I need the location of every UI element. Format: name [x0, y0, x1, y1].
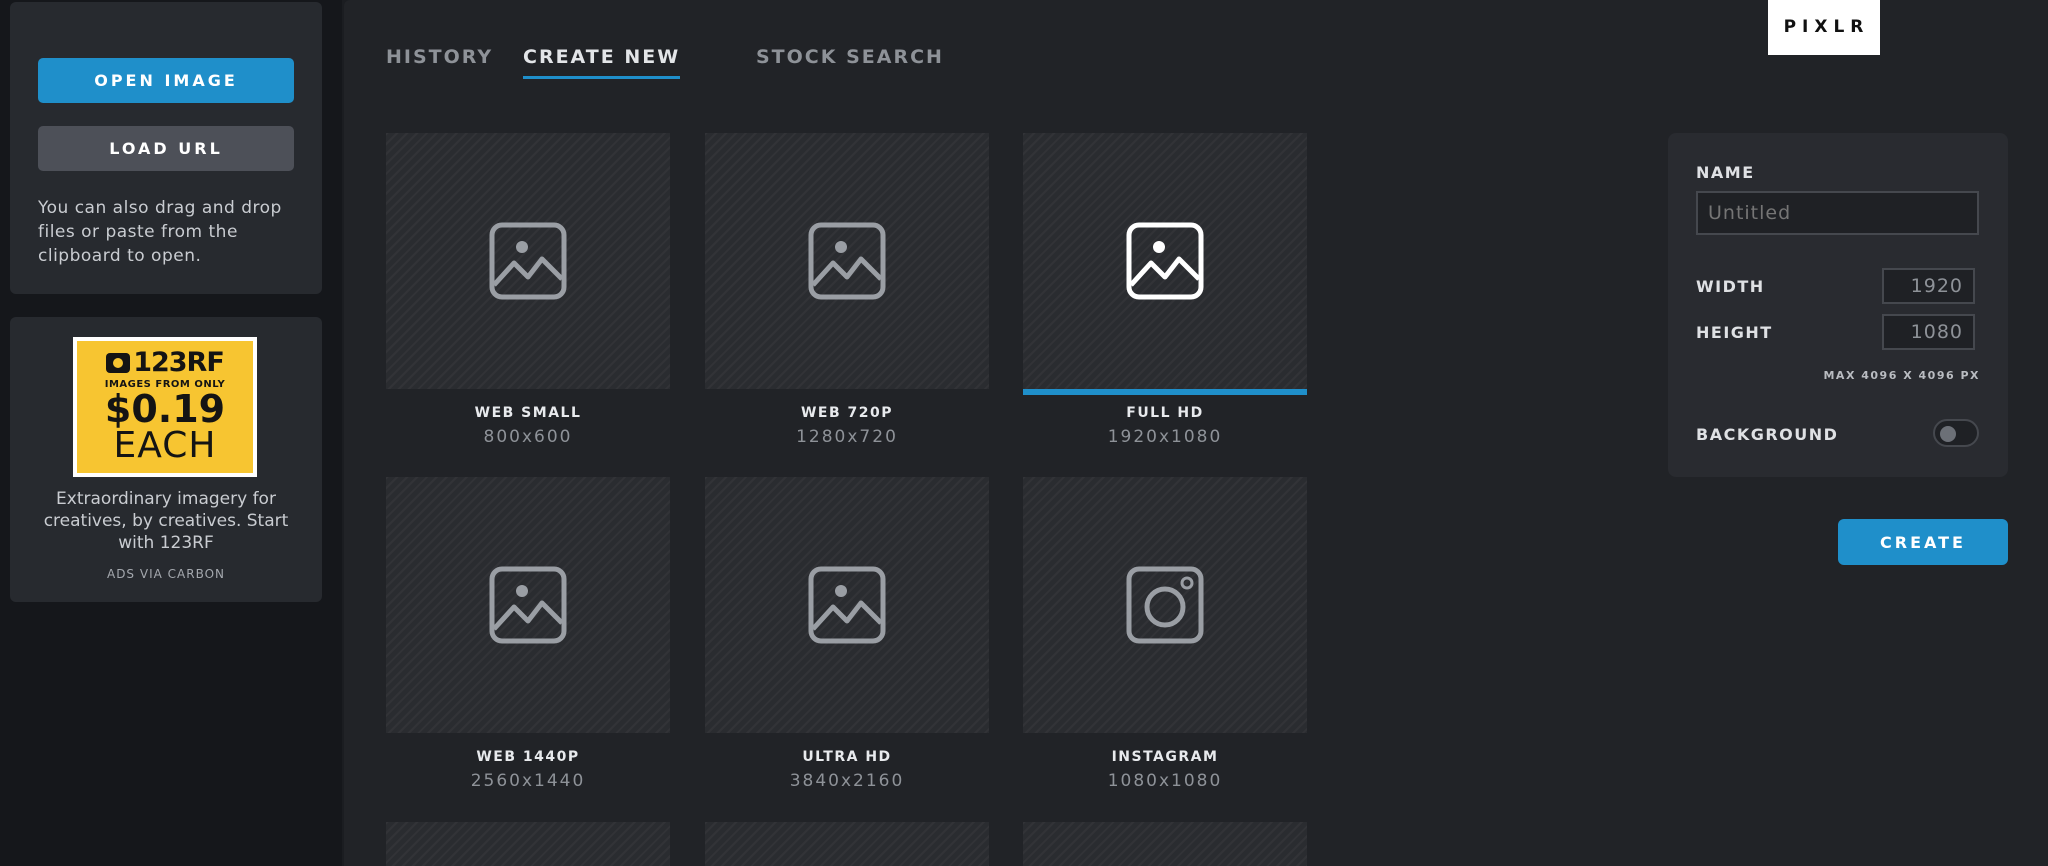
- preset-thumbnail[interactable]: [1023, 822, 1307, 866]
- instagram-icon: [1125, 565, 1205, 645]
- main-panel: HISTORY CREATE NEW STOCK SEARCH PIXLR WE…: [344, 0, 2048, 866]
- camera-icon: [106, 353, 131, 373]
- preset-tile[interactable]: WEB SMALL 800x600: [386, 133, 670, 447]
- background-label: BACKGROUND: [1696, 425, 1839, 444]
- preset-label: ULTRA HD: [802, 749, 892, 765]
- preset-label: INSTAGRAM: [1111, 749, 1219, 765]
- preset-size: 800x600: [483, 427, 573, 447]
- height-label: HEIGHT: [1696, 323, 1773, 342]
- pixlr-logo: PIXLR: [1768, 0, 1880, 55]
- preset-thumbnail[interactable]: [705, 822, 989, 866]
- ad-price: $0.19: [104, 387, 226, 431]
- image-icon: [488, 565, 568, 645]
- preset-tile-partial[interactable]: [386, 822, 670, 866]
- image-icon: [488, 221, 568, 301]
- preset-size: 3840x2160: [789, 771, 905, 791]
- preset-tile[interactable]: FULL HD 1920x1080: [1023, 133, 1307, 447]
- preset-thumbnail[interactable]: [705, 133, 989, 389]
- tab-stock-search[interactable]: STOCK SEARCH: [756, 46, 944, 76]
- preset-thumbnail[interactable]: [386, 822, 670, 866]
- max-size-note: MAX 4096 X 4096 PX: [1823, 369, 1980, 382]
- preset-size: 1080x1080: [1107, 771, 1223, 791]
- background-toggle[interactable]: [1933, 419, 1979, 447]
- preset-thumbnail[interactable]: [705, 477, 989, 733]
- ad-banner-artwork: 123RF IMAGES FROM ONLY $0.19 EACH: [77, 341, 253, 473]
- ad-each: EACH: [113, 425, 217, 466]
- ad-brand-text: 123RF: [133, 347, 225, 378]
- image-icon: [807, 221, 887, 301]
- preset-tile-partial[interactable]: [1023, 822, 1307, 866]
- preset-tile[interactable]: INSTAGRAM 1080x1080: [1023, 477, 1307, 791]
- preset-label: WEB 1440P: [476, 749, 580, 765]
- preset-size: 1280x720: [796, 427, 898, 447]
- tab-create-new[interactable]: CREATE NEW: [523, 46, 681, 79]
- height-input[interactable]: [1882, 314, 1975, 350]
- preset-label: WEB SMALL: [474, 405, 582, 421]
- ads-via-carbon[interactable]: ADS VIA CARBON: [10, 567, 322, 581]
- open-image-button[interactable]: OPEN IMAGE: [38, 58, 294, 103]
- ad-brand: 123RF: [77, 341, 253, 378]
- ad-card: 123RF IMAGES FROM ONLY $0.19 EACH Extrao…: [10, 317, 322, 602]
- sidebar: OPEN IMAGE LOAD URL You can also drag an…: [0, 0, 342, 866]
- toggle-knob: [1940, 426, 1956, 442]
- tab-history[interactable]: HISTORY: [386, 46, 493, 76]
- preset-tile[interactable]: WEB 1440P 2560x1440: [386, 477, 670, 791]
- new-image-form: NAME WIDTH HEIGHT MAX 4096 X 4096 PX BAC…: [1668, 133, 2008, 477]
- preset-thumbnail[interactable]: [386, 133, 670, 389]
- drag-drop-hint: You can also drag and drop files or past…: [38, 198, 282, 266]
- preset-tile[interactable]: WEB 720P 1280x720: [705, 133, 989, 447]
- create-button[interactable]: CREATE: [1838, 519, 2008, 565]
- preset-thumbnail[interactable]: [1023, 133, 1307, 395]
- name-label: NAME: [1696, 163, 1755, 182]
- preset-tile-partial[interactable]: [705, 822, 989, 866]
- open-card: OPEN IMAGE LOAD URL You can also drag an…: [10, 2, 322, 294]
- preset-label: WEB 720P: [800, 405, 894, 421]
- image-icon: [807, 565, 887, 645]
- ad-banner[interactable]: 123RF IMAGES FROM ONLY $0.19 EACH: [73, 337, 257, 477]
- width-label: WIDTH: [1696, 277, 1765, 296]
- image-icon: [1125, 221, 1205, 301]
- preset-label: FULL HD: [1126, 405, 1204, 421]
- width-input[interactable]: [1882, 268, 1975, 304]
- preset-size: 1920x1080: [1107, 427, 1223, 447]
- preset-thumbnail[interactable]: [1023, 477, 1307, 733]
- load-url-button[interactable]: LOAD URL: [38, 126, 294, 171]
- preset-thumbnail[interactable]: [386, 477, 670, 733]
- ad-text[interactable]: Extraordinary imagery for creatives, by …: [28, 488, 304, 554]
- name-input[interactable]: [1696, 191, 1979, 235]
- preset-tile[interactable]: ULTRA HD 3840x2160: [705, 477, 989, 791]
- preset-size: 2560x1440: [470, 771, 586, 791]
